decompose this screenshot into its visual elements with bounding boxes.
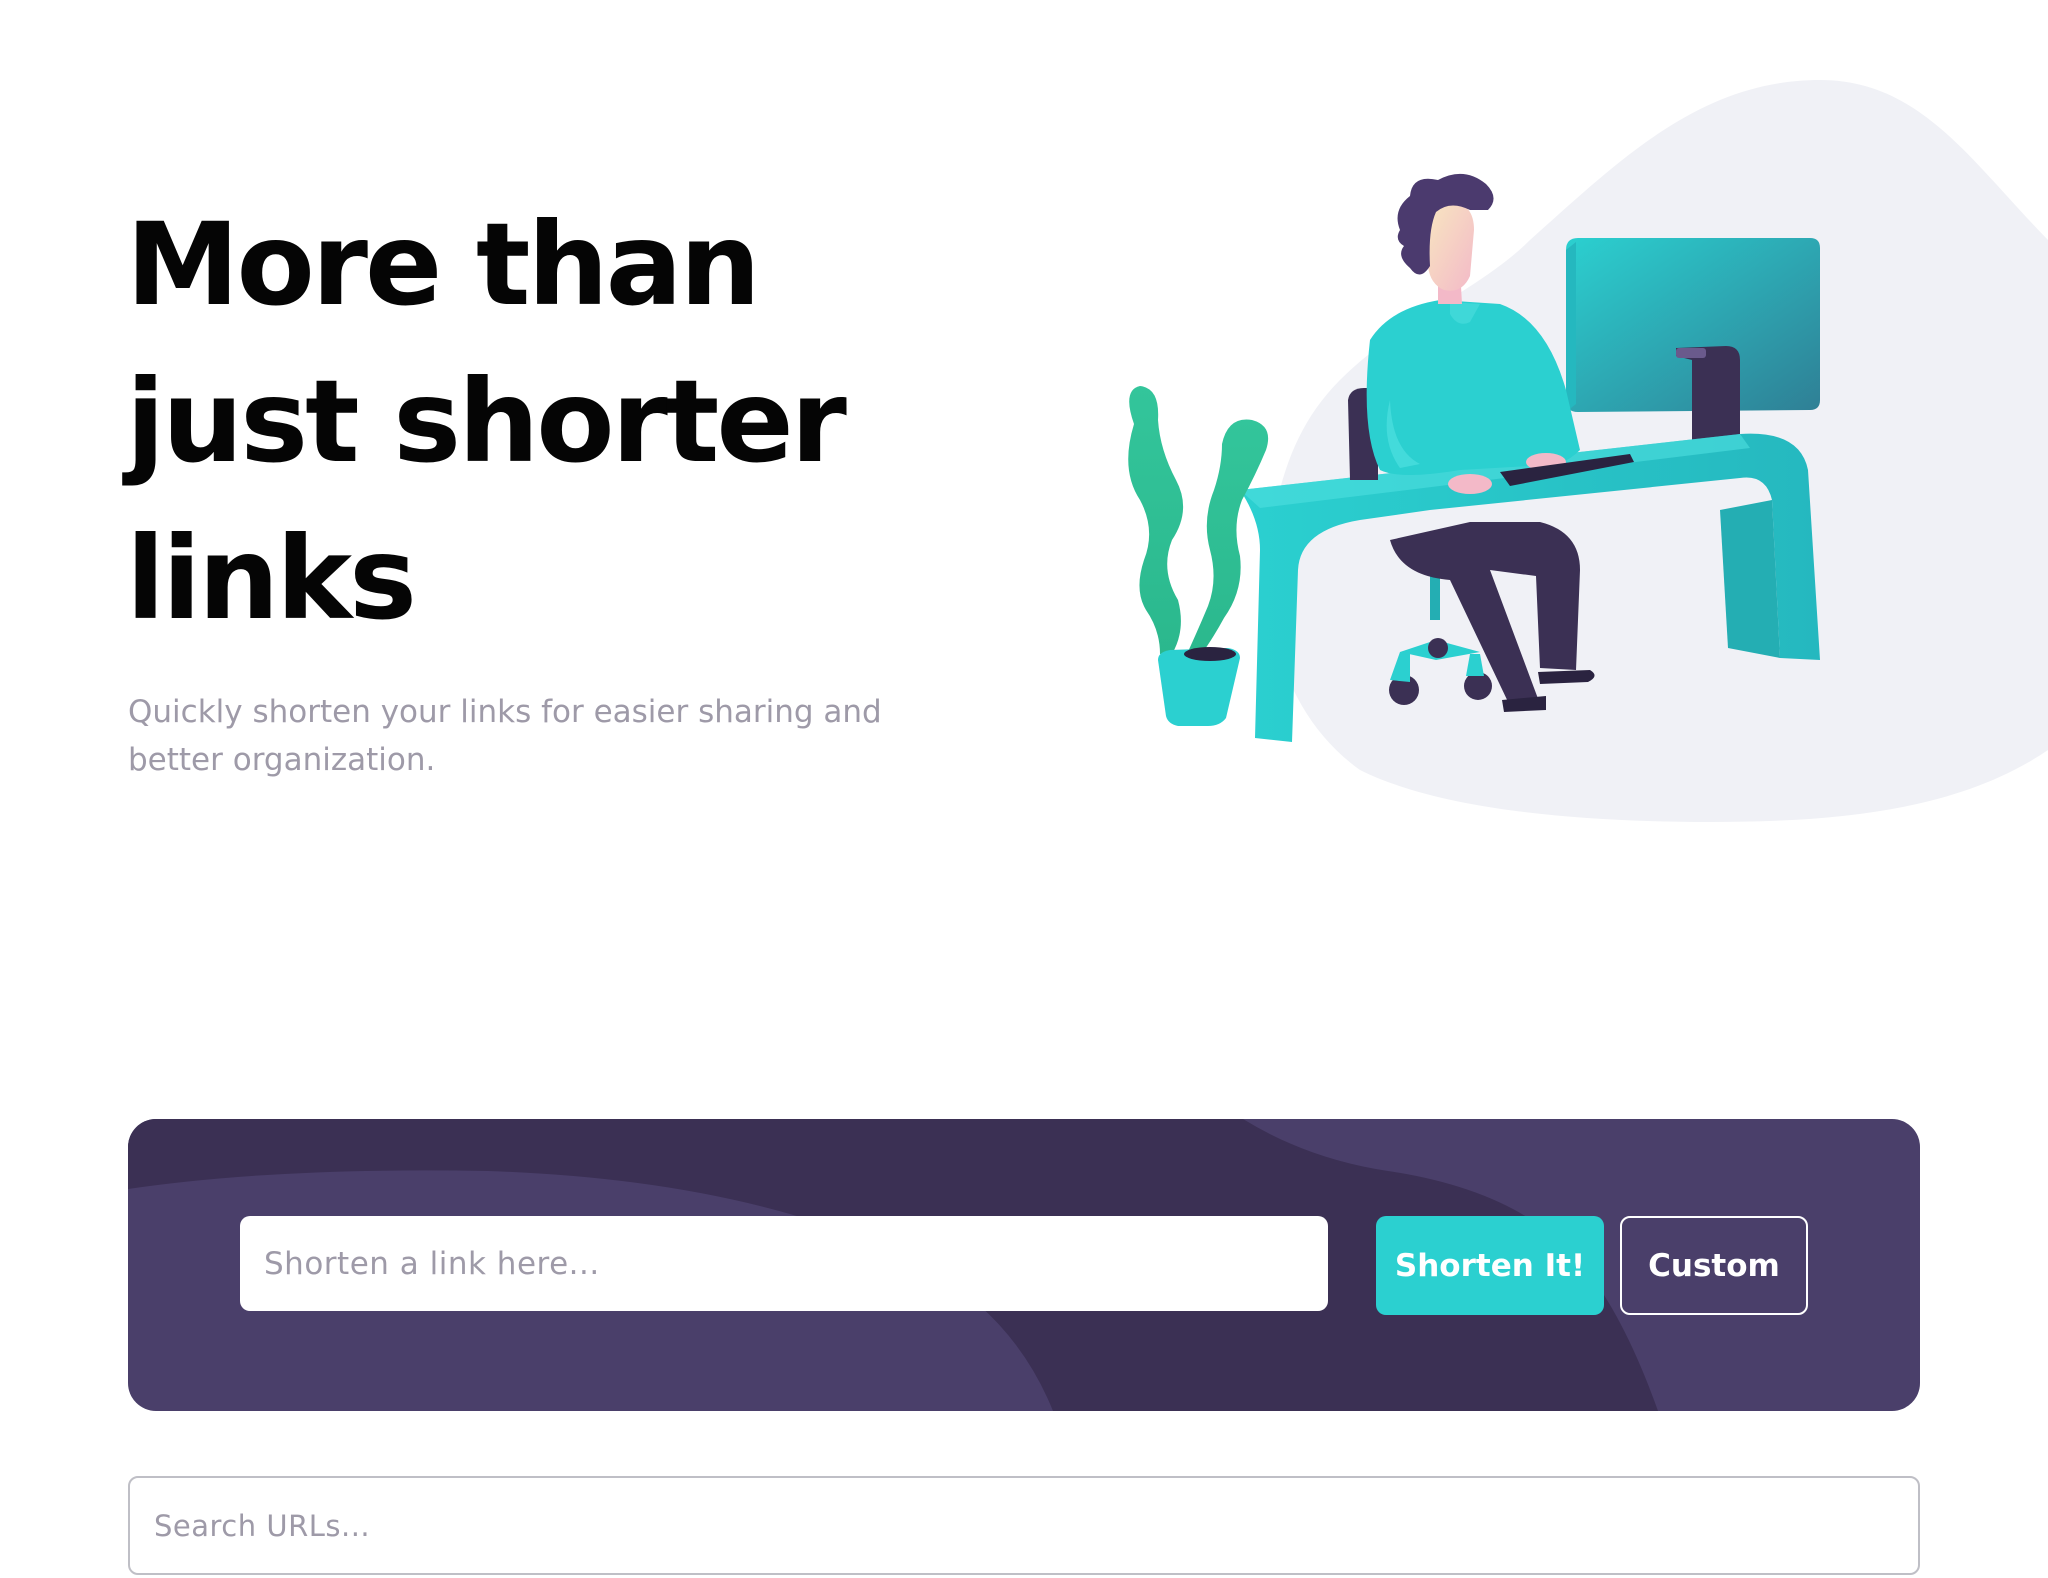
hero-subtitle-line: better organization. — [128, 742, 436, 778]
hero-subtitle-line: Quickly shorten your links for easier sh… — [128, 694, 882, 730]
shorten-panel: Shorten It! Custom — [128, 1119, 1920, 1411]
custom-button[interactable]: Custom — [1620, 1216, 1808, 1315]
hero-title-line: just shorter — [126, 355, 847, 488]
hero-title-line: More than — [126, 198, 761, 331]
search-urls-input[interactable] — [128, 1476, 1920, 1575]
shorten-button[interactable]: Shorten It! — [1376, 1216, 1604, 1315]
hero-subtitle: Quickly shorten your links for easier sh… — [128, 688, 928, 784]
hero-title: More than just shorter links — [126, 186, 886, 657]
page: More than just shorter links Quickly sho… — [0, 0, 2048, 1578]
potted-plant — [1128, 386, 1269, 726]
hero-title-line: links — [126, 512, 417, 645]
link-input[interactable] — [240, 1216, 1328, 1311]
person-working-illustration — [1128, 80, 2048, 822]
